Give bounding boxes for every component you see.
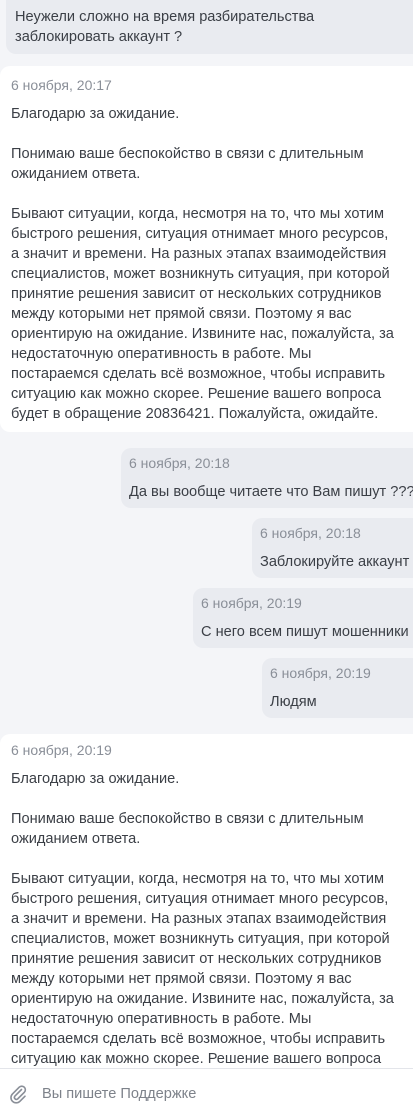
outgoing-message: 6 ноября, 20:19 Людям bbox=[262, 658, 413, 718]
chat-history[interactable]: Неужели сложно на время разбирательства … bbox=[0, 0, 413, 1068]
message-timestamp: 6 ноября, 20:19 bbox=[270, 665, 371, 681]
outgoing-message: 6 ноября, 20:19 С него всем пишут мошенн… bbox=[193, 588, 413, 648]
message-composer bbox=[0, 1068, 413, 1120]
message-timestamp: 6 ноября, 20:18 bbox=[129, 455, 230, 471]
outgoing-message: Неужели сложно на время разбирательства … bbox=[6, 0, 413, 54]
incoming-message: 6 ноября, 20:17 Благодарю за ожидание. П… bbox=[0, 66, 413, 432]
message-text: С него всем пишут мошенники bbox=[201, 624, 409, 640]
outgoing-message: 6 ноября, 20:18 Заблокируйте аккаунт bbox=[252, 518, 413, 578]
message-text: Заблокируйте аккаунт bbox=[260, 554, 410, 570]
message-text: Неужели сложно на время разбирательства … bbox=[15, 9, 315, 45]
outgoing-message: 6 ноября, 20:18 Да вы вообще читаете что… bbox=[121, 448, 413, 508]
paperclip-icon[interactable] bbox=[8, 1083, 28, 1105]
message-input[interactable] bbox=[42, 1079, 402, 1109]
message-timestamp: 6 ноября, 20:17 bbox=[11, 77, 112, 93]
message-text: Благодарю за ожидание. Понимаю ваше бесп… bbox=[11, 106, 394, 422]
incoming-message: 6 ноября, 20:19 Благодарю за ожидание. П… bbox=[0, 734, 413, 1068]
message-timestamp: 6 ноября, 20:19 bbox=[201, 595, 302, 611]
message-text: Благодарю за ожидание. Понимаю ваше бесп… bbox=[11, 771, 394, 1067]
message-timestamp: 6 ноября, 20:19 bbox=[11, 742, 112, 758]
message-text: Людям bbox=[270, 694, 317, 710]
message-timestamp: 6 ноября, 20:18 bbox=[260, 525, 361, 541]
message-text: Да вы вообще читаете что Вам пишут ??? bbox=[129, 484, 413, 500]
